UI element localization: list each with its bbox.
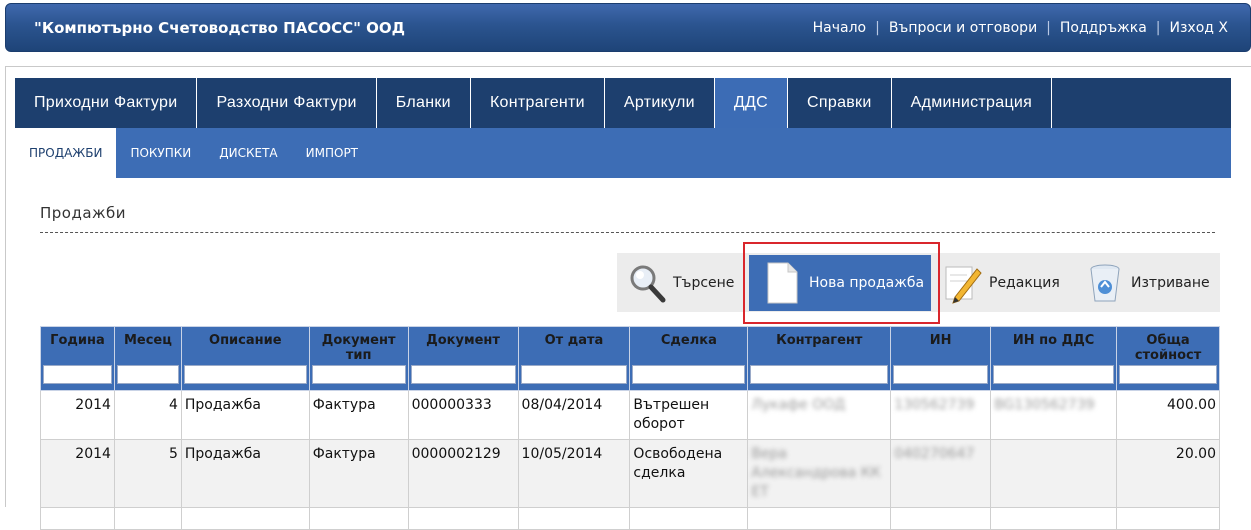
col-year: Година [40,326,115,391]
filter-contractor-input[interactable] [750,365,889,384]
col-description: Описание [180,326,310,391]
tab-expense-invoices[interactable]: Разходни Фактури [197,78,377,128]
page-title: Продажби [40,204,127,222]
subtab-purchases[interactable]: ПОКУПКИ [116,128,205,178]
table-row[interactable]: 2014 4 Продажба Фактура 000000333 08/04/… [40,390,1220,440]
link-separator: | [1046,20,1051,36]
subtab-import[interactable]: ИМПОРТ [292,128,372,178]
filter-deal-input[interactable] [632,365,746,384]
tab-contractors[interactable]: Контрагенти [471,78,605,128]
app-header: "Компютърно Счетоводство ПАСОСС" ООД Нач… [5,3,1251,52]
link-support[interactable]: Поддръжка [1060,20,1147,36]
subtab-sales[interactable]: ПРОДАЖБИ [15,128,117,178]
table-header-row: Година Месец Описание Документ тип Докум… [40,326,1220,391]
col-contractor: Контрагент [747,326,892,391]
col-id: ИН [890,326,992,391]
title-divider [40,232,1215,233]
col-deal: Сделка [629,326,749,391]
filter-document-type-input[interactable] [311,365,406,384]
edit-label: Редакция [989,274,1060,291]
recycle-bin-icon [1090,264,1120,301]
table-row[interactable] [40,507,1220,530]
link-home[interactable]: Начало [813,20,866,36]
tab-reports[interactable]: Справки [788,78,892,128]
tab-vat[interactable]: ДДС [714,78,789,128]
link-separator: | [1155,20,1161,36]
col-month: Месец [113,326,182,391]
highlight-box [743,242,940,324]
link-separator: | [875,20,880,36]
subtab-diskette[interactable]: ДИСКЕТА [205,128,291,178]
col-from-date: От дата [517,326,631,391]
delete-label: Изтриване [1131,274,1210,291]
main-nav: Приходни Фактури Разходни Фактури Бланки… [15,78,1231,128]
search-button[interactable]: Търсене [627,253,734,312]
tab-forms[interactable]: Бланки [377,78,471,128]
filter-document-input[interactable] [410,365,516,384]
tab-income-invoices[interactable]: Приходни Фактури [15,78,198,128]
filter-from-date-input[interactable] [520,365,628,384]
filter-total-input[interactable] [1119,365,1217,384]
col-document-type: Документ тип [308,326,409,391]
delete-button[interactable]: Изтриване [1085,253,1210,312]
link-faq[interactable]: Въпроси и отговори [889,20,1037,36]
edit-button[interactable]: Редакция [943,253,1060,312]
col-total: Обща стойност [1116,326,1220,391]
table-row[interactable]: 2014 5 Продажба Фактура 0000002129 10/05… [40,439,1220,508]
sales-table: Година Месец Описание Документ тип Докум… [40,326,1220,530]
sub-nav: ПРОДАЖБИ ПОКУПКИ ДИСКЕТА ИМПОРТ [15,128,1231,178]
search-label: Търсене [673,274,735,291]
tab-articles[interactable]: Артикули [605,78,715,128]
tab-administration[interactable]: Администрация [892,78,1053,128]
filter-month-input[interactable] [116,365,179,384]
col-document: Документ [407,326,519,391]
company-name: "Компютърно Счетоводство ПАСОСС" ООД [34,19,406,37]
filter-vat-id-input[interactable] [993,365,1115,384]
col-vat-id: ИН по ДДС [990,326,1118,391]
magnifier-icon [630,265,666,302]
pencil-edit-icon [945,266,982,304]
filter-id-input[interactable] [893,365,989,384]
link-logout[interactable]: Изход X [1170,20,1229,36]
filter-year-input[interactable] [43,365,112,384]
top-links: Начало | Въпроси и отговори | Поддръжка … [813,20,1228,36]
filter-description-input[interactable] [183,365,307,384]
